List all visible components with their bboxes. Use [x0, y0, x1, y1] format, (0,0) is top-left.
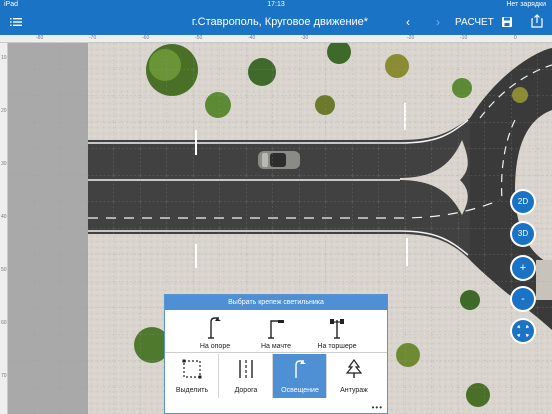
- ruler-tick: 20: [1, 108, 7, 114]
- calculate-button[interactable]: РАСЧЕТ: [455, 17, 494, 28]
- ruler-tick: 30: [1, 161, 7, 167]
- navigation-bar: г.Ставрополь, Круговое движение* ‹ › РАС…: [0, 10, 552, 35]
- zoom-in-button[interactable]: +: [512, 257, 534, 279]
- view-2d-button[interactable]: 2D: [512, 191, 534, 213]
- mount-label: На мачте: [260, 343, 292, 350]
- mast-lamp-icon: [268, 320, 284, 339]
- ruler-tick: -70: [89, 35, 97, 41]
- ruler-tick: -30: [301, 35, 309, 41]
- lighting-icon: [295, 360, 306, 378]
- ruler-tick: 50: [1, 267, 7, 273]
- status-bar: iPad 17:13 Нет зарядки: [0, 0, 552, 10]
- zoom-out-button[interactable]: -: [512, 288, 534, 310]
- tab-road[interactable]: Дорога: [219, 354, 273, 398]
- project-title: г.Ставрополь, Круговое движение*: [191, 16, 369, 28]
- ruler-tick: -60: [142, 35, 150, 41]
- tab-label: Освещение: [281, 387, 319, 394]
- tab-select[interactable]: Выделить: [165, 354, 219, 398]
- ruler-tick: 60: [1, 320, 7, 326]
- share-icon[interactable]: [531, 14, 543, 28]
- road-icon: [239, 360, 253, 378]
- ruler-tick: -10: [460, 35, 468, 41]
- pole-lamp-icon: [208, 317, 221, 339]
- battery-status: Нет зарядки: [506, 1, 546, 8]
- panel-header: Выбрать крепеж светильника: [165, 295, 387, 310]
- fit-view-button[interactable]: [512, 320, 534, 342]
- ruler-tick: -50: [195, 35, 203, 41]
- tool-tabs: Выделить Дорога Освещение Антураж: [165, 354, 387, 398]
- undo-chevron-left-icon[interactable]: ‹: [406, 15, 410, 29]
- mount-label: На торшере: [317, 343, 357, 350]
- mount-label: На опоре: [199, 343, 231, 350]
- tab-label: Выделить: [175, 387, 209, 394]
- save-icon[interactable]: [501, 16, 513, 28]
- expand-icon: [517, 325, 529, 337]
- ruler-tick: -20: [407, 35, 415, 41]
- ruler-tick: 40: [1, 214, 7, 220]
- mount-options: На опоре На мачте На торшере: [165, 311, 387, 353]
- view-3d-button[interactable]: 3D: [512, 223, 534, 245]
- more-options-icon[interactable]: •••: [372, 403, 383, 412]
- ruler-tick: -80: [36, 35, 44, 41]
- mount-on-pole-button[interactable]: На опоре: [185, 311, 245, 353]
- ruler-tick: 10: [1, 55, 7, 61]
- tab-label: Дорога: [234, 387, 258, 394]
- menu-icon[interactable]: [10, 16, 22, 28]
- mount-on-mast-button[interactable]: На мачте: [246, 311, 306, 353]
- ruler-left: 10 20 30 40 50 60 70: [0, 43, 8, 414]
- tab-lighting[interactable]: Освещение: [273, 354, 327, 398]
- ruler-tick: 0: [514, 35, 517, 41]
- tab-label: Антураж: [340, 387, 368, 394]
- mount-floor-lamp-button[interactable]: На торшере: [307, 311, 367, 353]
- lighting-panel: Выбрать крепеж светильника На опоре На м…: [164, 294, 388, 414]
- tab-scenery[interactable]: Антураж: [327, 354, 381, 398]
- ruler-top: -80 -70 -60 -50 -40 -30 -20 -10 0: [0, 35, 552, 43]
- ruler-tick: -40: [248, 35, 256, 41]
- floor-lamp-icon: [330, 319, 344, 339]
- tree-icon: [345, 359, 363, 378]
- redo-chevron-right-icon[interactable]: ›: [436, 15, 440, 29]
- clock: 17:13: [267, 1, 285, 8]
- ruler-tick: 70: [1, 373, 7, 379]
- select-icon: [182, 359, 202, 379]
